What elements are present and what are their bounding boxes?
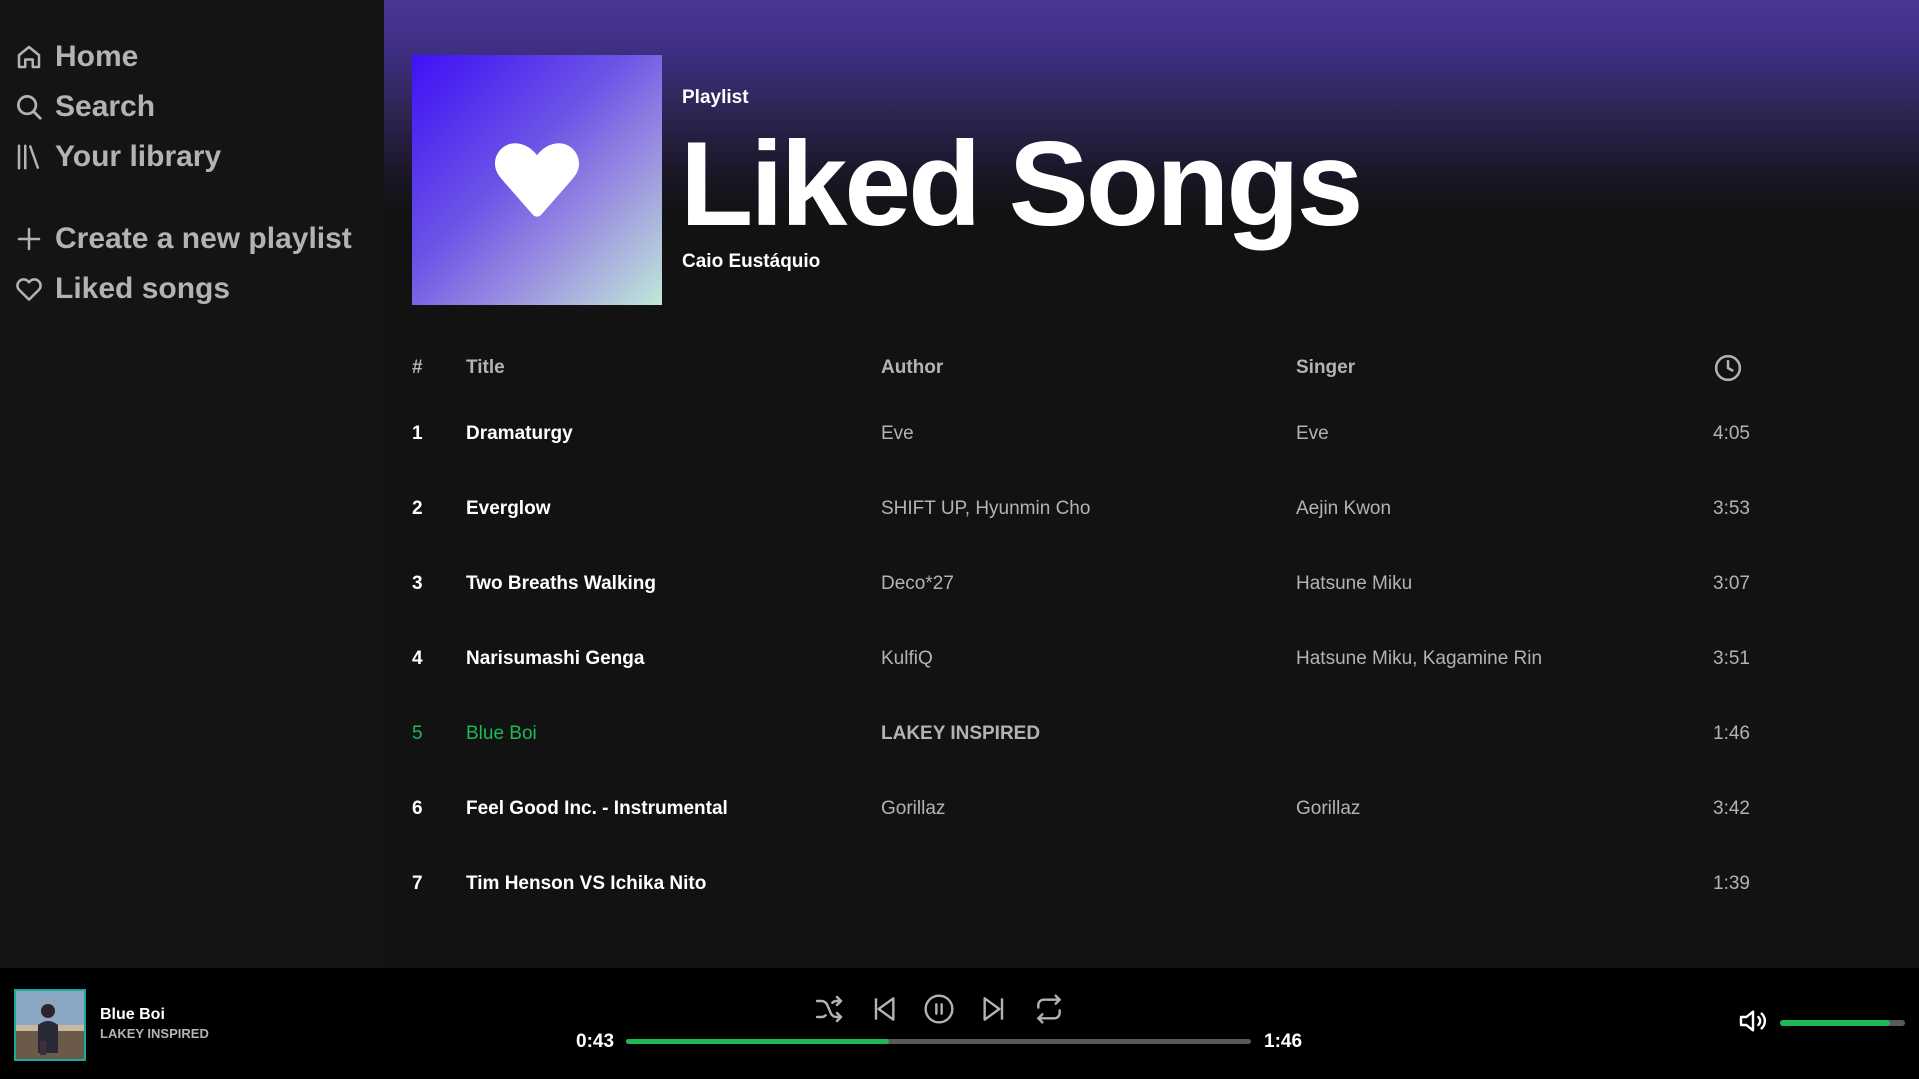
row-singer: Hatsune Miku, Kagamine Rin [1296,647,1543,669]
volume-slider-fill [1780,1020,1890,1026]
row-duration: 3:53 [1713,497,1750,519]
home-icon [17,45,41,69]
row-duration: 3:42 [1713,797,1750,819]
sidebar-item-library[interactable]: Your library [0,132,384,182]
sidebar-item-label: Your library [55,140,222,173]
table-row[interactable]: 3 Two Breaths Walking Deco*27 Hatsune Mi… [412,546,1842,621]
sidebar-item-home[interactable]: Home [0,32,384,82]
clock-icon [1714,354,1742,382]
table-row-active[interactable]: 5 Blue Boi LAKEY INSPIRED 1:46 [412,696,1842,771]
row-duration: 1:39 [1713,872,1750,894]
header-number: # [412,357,423,378]
row-author: Eve [881,422,914,444]
row-title: Blue Boi [466,722,537,744]
header-title: Title [466,357,505,378]
row-number: 1 [412,422,423,444]
row-author: LAKEY INSPIRED [881,722,1041,744]
now-playing-cover[interactable] [14,989,86,1061]
sidebar-item-label: Home [55,40,139,73]
progress-bar[interactable] [626,1039,1251,1044]
sidebar-item-label: Liked songs [55,272,231,305]
row-title: Dramaturgy [466,422,573,444]
heart-icon [495,143,579,217]
player-bar [0,968,1919,1079]
row-author: Deco*27 [881,572,954,594]
row-singer: Aejin Kwon [1296,497,1392,519]
table-row[interactable]: 2 Everglow SHIFT UP, Hyunmin Cho Aejin K… [412,471,1842,546]
now-playing-artist[interactable]: LAKEY INSPIRED [100,1026,209,1041]
tracks-table: # Title Author Singer 1 Dramaturgy Eve E… [412,340,1842,921]
row-number: 2 [412,497,423,519]
now-playing-title[interactable]: Blue Boi [100,1006,165,1024]
sidebar-item-label: Create a new playlist [55,222,352,255]
heart-icon [16,278,42,301]
main-content: Playlist Liked Songs Caio Eustáquio # Ti… [384,0,1919,968]
row-singer: Hatsune Miku [1296,572,1413,594]
playlist-owner[interactable]: Caio Eustáquio [682,251,820,273]
pause-icon[interactable] [923,993,955,1025]
sidebar: Home Search Your library Create a new pl… [0,0,384,968]
row-duration: 3:51 [1713,647,1750,669]
row-author: SHIFT UP, Hyunmin Cho [881,497,1091,519]
next-icon[interactable] [978,993,1010,1025]
table-row[interactable]: 4 Narisumashi Genga KulfiQ Hatsune Miku,… [412,621,1842,696]
row-duration: 1:46 [1713,722,1750,744]
row-title: Everglow [466,497,551,519]
volume-icon[interactable] [1737,1005,1769,1037]
row-number: 4 [412,647,423,669]
playlist-type-label: Playlist [682,87,749,108]
previous-icon[interactable] [868,993,900,1025]
table-row[interactable]: 7 Tim Henson VS Ichika Nito 1:39 [412,846,1842,921]
table-header: # Title Author Singer [412,340,1842,396]
row-number: 5 [412,722,423,744]
plus-icon [17,227,41,251]
row-title: Two Breaths Walking [466,572,657,594]
row-title: Narisumashi Genga [466,647,645,669]
row-number: 3 [412,572,423,594]
row-singer: Eve [1296,422,1329,444]
row-title: Feel Good Inc. - Instrumental [466,797,728,819]
row-author: Gorillaz [881,797,946,819]
row-duration: 3:07 [1713,572,1750,594]
sidebar-item-create-playlist[interactable]: Create a new playlist [0,214,384,264]
playlist-cover [412,55,662,305]
row-singer: Gorillaz [1296,797,1361,819]
row-duration: 4:05 [1713,422,1750,444]
sidebar-item-label: Search [55,90,156,123]
library-icon [17,144,39,170]
sidebar-item-search[interactable]: Search [0,82,384,132]
page-title: Liked Songs [680,117,1363,251]
album-art-image [16,991,84,1059]
header-singer: Singer [1296,357,1356,378]
table-row[interactable]: 1 Dramaturgy Eve Eve 4:05 [412,396,1842,471]
row-number: 6 [412,797,423,819]
total-time: 1:46 [1264,1031,1303,1052]
repeat-icon[interactable] [1033,993,1065,1025]
current-time: 0:43 [576,1031,615,1052]
row-number: 7 [412,872,423,894]
volume-slider[interactable] [1780,1020,1905,1026]
row-title: Tim Henson VS Ichika Nito [466,872,707,894]
row-author: KulfiQ [881,647,933,669]
shuffle-icon[interactable] [813,993,845,1025]
table-row[interactable]: 6 Feel Good Inc. - Instrumental Gorillaz… [412,771,1842,846]
progress-bar-fill [626,1039,889,1044]
search-icon [17,95,42,120]
header-author: Author [881,357,944,378]
sidebar-item-liked-songs[interactable]: Liked songs [0,264,384,314]
header-duration [1713,353,1813,383]
